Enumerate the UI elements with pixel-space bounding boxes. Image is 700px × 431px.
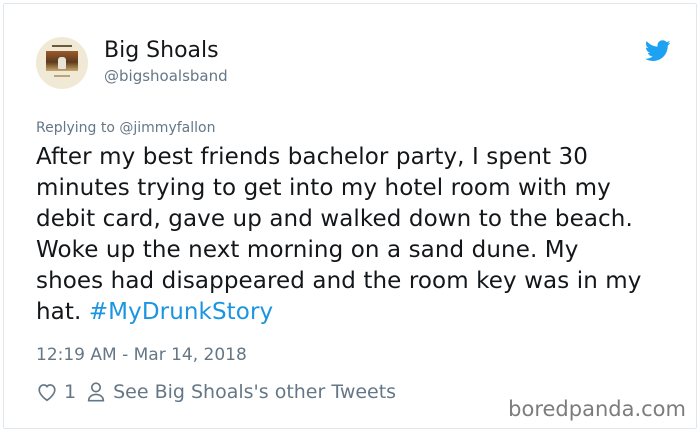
tweet-text-line: debit card, gave up and walked down to t… [36,206,633,232]
tweet-timestamp[interactable]: 12:19 AM - Mar 14, 2018 [36,345,247,365]
tweet-card: Big Shoals @bigshoalsband Replying to @j… [3,3,697,429]
other-tweets-link[interactable]: See Big Shoals's other Tweets [113,381,396,403]
tweet-actions: 1 See Big Shoals's other Tweets [36,379,396,405]
avatar-logo-text [52,45,72,47]
twitter-bird-icon[interactable] [645,40,671,62]
tweet-text-last-line: hat. #MyDrunkStory [36,297,676,328]
tweet-text: After my best friends bachelor party, I … [36,142,676,328]
reply-prefix: Replying to [36,120,120,136]
hashtag-link[interactable]: #MyDrunkStory [89,299,273,325]
watermark: boredpanda.com [508,397,686,421]
like-count[interactable]: 1 [64,381,76,403]
tweet-text-tail: hat. [36,299,89,325]
tweet-text-line: minutes trying to get into my hotel room… [36,175,611,201]
avatar-figure [58,57,66,69]
reply-context: Replying to @jimmyfallon [36,120,215,137]
heart-icon[interactable] [36,381,58,403]
author-handle[interactable]: @bigshoalsband [104,67,228,85]
avatar-caption [54,75,70,77]
tweet-text-line: Woke up the next morning on a sand dune.… [36,237,579,263]
tweet-text-line: After my best friends bachelor party, I … [36,144,588,170]
author-display-name[interactable]: Big Shoals [104,38,219,64]
tweet-text-line: shoes had disappeared and the room key w… [36,268,642,294]
avatar[interactable] [36,37,88,89]
person-icon [87,382,105,402]
reply-mention-link[interactable]: @jimmyfallon [119,120,215,136]
